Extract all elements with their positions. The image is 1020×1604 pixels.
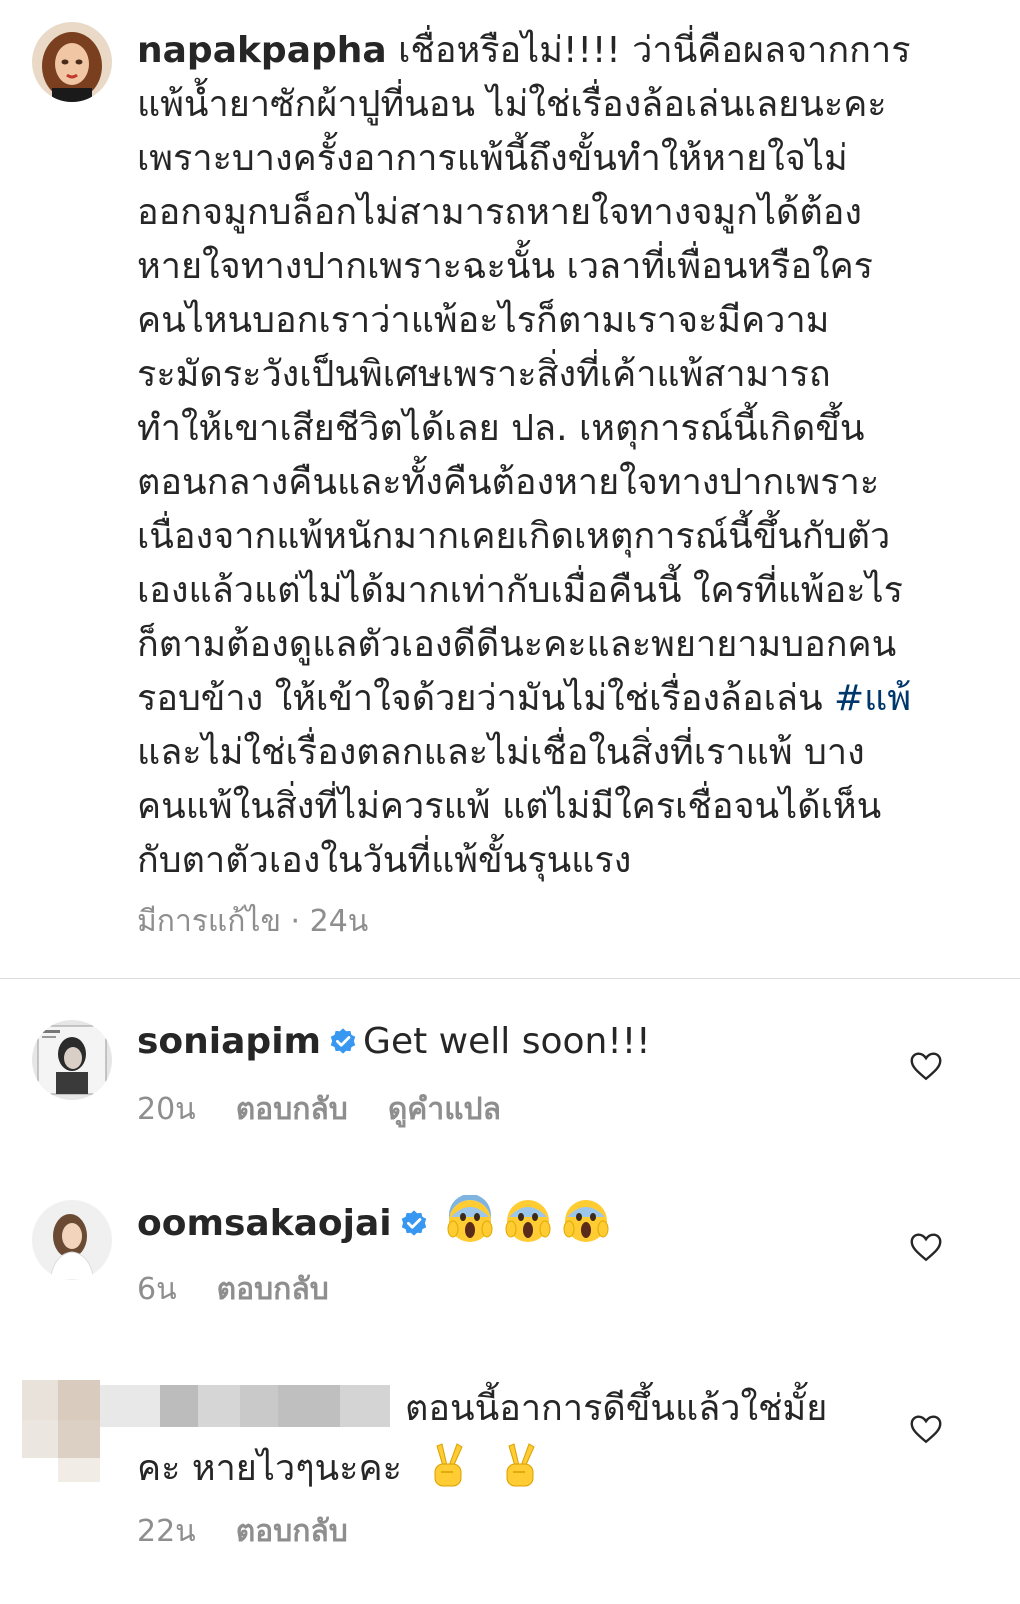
comment-text: Get well soon!!! xyxy=(363,1021,651,1062)
caption-line: ทำให้เขาเสียชีวิตได้เลย ปล. เหตุการณ์นี้… xyxy=(137,408,865,449)
post-meta: มีการแก้ไข · 24น xyxy=(137,904,369,939)
caption-line: ตอนกลางคืนและทั้งคืนต้องหายใจทางปากเพราะ xyxy=(137,462,880,503)
caption-line: แพ้น้ำยาซักผ้าปูที่นอน ไม่ใช่เรื่องล้อเล… xyxy=(137,84,887,125)
comment-time: 20น xyxy=(137,1092,196,1127)
comment-meta: 20น ตอบกลับ ดูคำแปล xyxy=(137,1086,501,1133)
caption-line: รอบข้าง ให้เข้าใจด้วยว่ามันไม่ใช่เรื่องล… xyxy=(137,678,835,719)
post-caption: napakpapha เชื่อหรือไม่!!!! ว่านี่คือผลจ… xyxy=(137,24,987,888)
heart-icon[interactable] xyxy=(908,1411,944,1447)
screaming-face-emoji-icon xyxy=(445,1195,495,1245)
caption-line: เนื่องจากแพ้หนักมากเคยเกิดเหตุการณ์นี้ขึ… xyxy=(137,516,891,557)
screaming-face-emoji-icon xyxy=(503,1195,553,1245)
comment-1: soniapim Get well soon!!! xyxy=(137,1015,897,1069)
victory-hand-emoji-icon xyxy=(495,1440,545,1490)
caption-line: และไม่ใช่เรื่องตลกและไม่เชื่อในสิ่งที่เร… xyxy=(137,732,865,773)
caption-line: ระมัดระวังเป็นพิเศษเพราะสิ่งที่เค้าแพ้สา… xyxy=(137,354,831,395)
commenter-avatar[interactable] xyxy=(32,1200,112,1280)
reply-button[interactable]: ตอบกลับ xyxy=(217,1272,329,1307)
comment-text: คะ หายไวๆนะคะ xyxy=(137,1448,402,1489)
reply-button[interactable]: ตอบกลับ xyxy=(236,1092,348,1127)
comment-meta: 22น ตอบกลับ xyxy=(137,1508,348,1555)
comment-meta: 6น ตอบกลับ xyxy=(137,1266,329,1313)
victory-hand-emoji-icon xyxy=(423,1440,473,1490)
divider xyxy=(0,978,1020,979)
caption-line: คนแพ้ในสิ่งที่ไม่ควรแพ้ แต่ไม่มีใครเชื่อ… xyxy=(137,786,882,827)
comment-time: 22น xyxy=(137,1514,196,1549)
comment-3-line-2: คะ หายไวๆนะคะ xyxy=(137,1440,897,1496)
caption-line: กับตาตัวเองในวันที่แพ้ขั้นรุนแรง xyxy=(137,840,632,881)
author-avatar[interactable] xyxy=(32,22,112,102)
commenter-username[interactable]: oomsakaojai xyxy=(137,1203,392,1244)
comment-2: oomsakaojai xyxy=(137,1195,897,1251)
caption-line: หายใจทางปากเพราะฉะนั้น เวลาที่เพื่อนหรือ… xyxy=(137,246,874,287)
post-caption-block: napakpapha เชื่อหรือไม่!!!! ว่านี่คือผลจ… xyxy=(0,0,1020,1000)
caption-line: เชื่อหรือไม่!!!! ว่านี่คือผลจากการ xyxy=(386,30,911,71)
caption-line: เพราะบางครั้งอาการแพ้นี้ถึงขั้นทำให้หายใ… xyxy=(137,138,848,179)
comment-time: 6น xyxy=(137,1272,177,1307)
commenter-username[interactable]: soniapim xyxy=(137,1021,321,1062)
heart-icon[interactable] xyxy=(908,1229,944,1265)
caption-line: เองแล้วแต่ไม่ได้มากเท่ากับเมื่อคืนนี้ ใค… xyxy=(137,570,903,611)
heart-icon[interactable] xyxy=(908,1048,944,1084)
caption-line: ก็ตามต้องดูแลตัวเองดีดีนะคะและพยายามบอกค… xyxy=(137,624,897,665)
caption-line: ออกจมูกบล็อกไม่สามารถหายใจทางจมูกได้ต้อง xyxy=(137,192,863,233)
author-username[interactable]: napakpapha xyxy=(137,30,387,71)
comment-3-line-1: ตอนนี้อาการดีขึ้นแล้วใช่มั้ย xyxy=(405,1388,828,1429)
commenter-avatar[interactable] xyxy=(32,1020,112,1100)
hashtag-link[interactable]: #แพ้ xyxy=(834,678,911,719)
verified-badge-icon xyxy=(400,1209,428,1237)
screaming-face-emoji-icon xyxy=(561,1195,611,1245)
verified-badge-icon xyxy=(329,1027,357,1055)
reply-button[interactable]: ตอบกลับ xyxy=(236,1514,348,1549)
see-translation-button[interactable]: ดูคำแปล xyxy=(388,1092,501,1127)
caption-line: คนไหนบอกเราว่าแพ้อะไรก็ตามเราจะมีความ xyxy=(137,300,830,341)
